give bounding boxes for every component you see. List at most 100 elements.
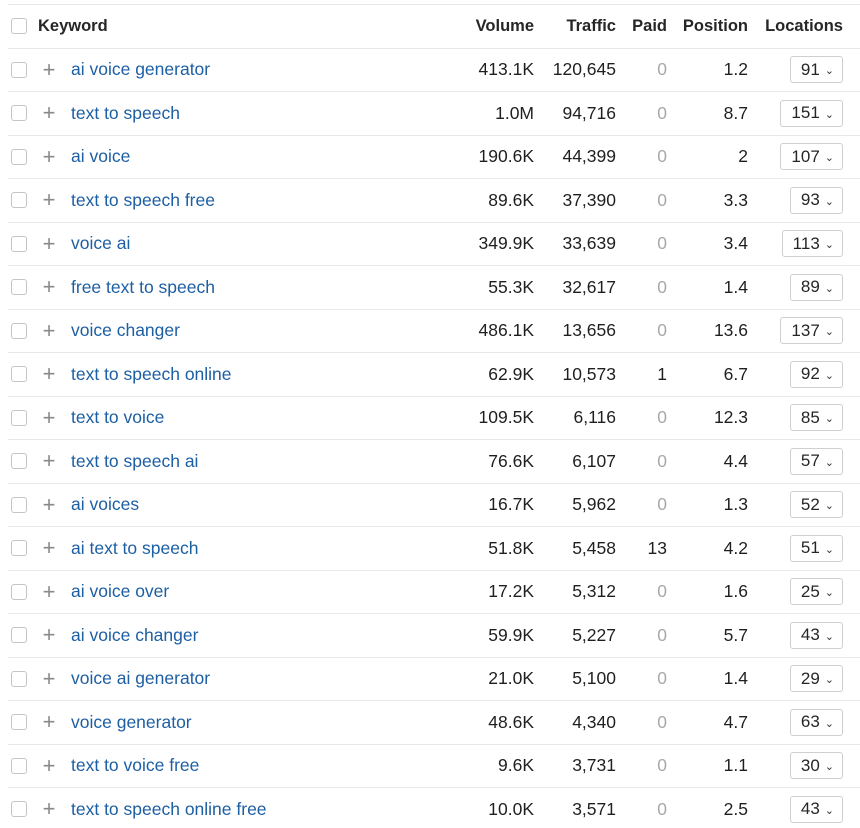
keyword-link[interactable]: voice generator bbox=[71, 701, 192, 744]
locations-button[interactable]: 92 ⌄ bbox=[789, 360, 843, 388]
locations-dropdown[interactable]: 52 ⌄ bbox=[789, 484, 843, 527]
row-checkbox[interactable] bbox=[11, 223, 29, 266]
keyword-link[interactable]: voice ai generator bbox=[71, 658, 210, 701]
locations-button[interactable]: 51 ⌄ bbox=[789, 534, 843, 562]
locations-dropdown[interactable]: 30 ⌄ bbox=[789, 745, 843, 788]
keyword-link[interactable]: ai voice over bbox=[71, 571, 169, 614]
row-checkbox[interactable] bbox=[11, 310, 29, 353]
locations-dropdown[interactable]: 43 ⌄ bbox=[789, 788, 843, 828]
locations-button[interactable]: 85 ⌄ bbox=[789, 404, 843, 432]
keyword-link[interactable]: text to speech online free bbox=[71, 788, 267, 828]
locations-button[interactable]: 57 ⌄ bbox=[789, 447, 843, 475]
keyword-link[interactable]: text to speech free bbox=[71, 179, 215, 222]
plus-icon[interactable]: + bbox=[39, 49, 59, 92]
plus-icon[interactable]: + bbox=[39, 397, 59, 440]
locations-dropdown[interactable]: 85 ⌄ bbox=[789, 397, 843, 440]
row-checkbox[interactable] bbox=[11, 745, 29, 788]
header-locations[interactable]: Locations bbox=[765, 5, 843, 48]
locations-dropdown[interactable]: 57 ⌄ bbox=[789, 440, 843, 483]
header-position[interactable]: Position bbox=[683, 5, 748, 48]
locations-dropdown[interactable]: 151 ⌄ bbox=[780, 92, 843, 135]
plus-icon[interactable]: + bbox=[39, 701, 59, 744]
locations-button[interactable]: 91 ⌄ bbox=[789, 56, 843, 84]
row-checkbox[interactable] bbox=[11, 266, 29, 309]
locations-dropdown[interactable]: 107 ⌄ bbox=[780, 136, 843, 179]
plus-icon[interactable]: + bbox=[39, 571, 59, 614]
locations-button[interactable]: 107 ⌄ bbox=[780, 143, 843, 171]
header-keyword[interactable]: Keyword bbox=[38, 5, 108, 48]
locations-dropdown[interactable]: 89 ⌄ bbox=[789, 266, 843, 309]
plus-icon[interactable]: + bbox=[39, 484, 59, 527]
keyword-link[interactable]: text to voice free bbox=[71, 745, 199, 788]
locations-count: 107 bbox=[791, 146, 820, 166]
row-checkbox[interactable] bbox=[11, 571, 29, 614]
row-checkbox[interactable] bbox=[11, 136, 29, 179]
row-checkbox[interactable] bbox=[11, 788, 29, 828]
locations-dropdown[interactable]: 63 ⌄ bbox=[789, 701, 843, 744]
keyword-link[interactable]: free text to speech bbox=[71, 266, 215, 309]
locations-button[interactable]: 137 ⌄ bbox=[780, 317, 843, 345]
row-checkbox[interactable] bbox=[11, 179, 29, 222]
plus-icon[interactable]: + bbox=[39, 92, 59, 135]
row-checkbox[interactable] bbox=[11, 658, 29, 701]
locations-dropdown[interactable]: 92 ⌄ bbox=[789, 353, 843, 396]
keyword-link[interactable]: ai voice bbox=[71, 136, 130, 179]
row-checkbox[interactable] bbox=[11, 353, 29, 396]
locations-dropdown[interactable]: 91 ⌄ bbox=[789, 49, 843, 92]
plus-icon[interactable]: + bbox=[39, 310, 59, 353]
locations-dropdown[interactable]: 43 ⌄ bbox=[789, 614, 843, 657]
plus-icon[interactable]: + bbox=[39, 223, 59, 266]
locations-button[interactable]: 29 ⌄ bbox=[789, 665, 843, 693]
keyword-link[interactable]: voice changer bbox=[71, 310, 180, 353]
plus-icon[interactable]: + bbox=[39, 136, 59, 179]
chevron-down-icon: ⌄ bbox=[824, 239, 834, 252]
plus-icon[interactable]: + bbox=[39, 440, 59, 483]
select-all-checkbox[interactable] bbox=[11, 5, 29, 48]
plus-icon[interactable]: + bbox=[39, 179, 59, 222]
locations-dropdown[interactable]: 113 ⌄ bbox=[781, 223, 843, 266]
row-checkbox[interactable] bbox=[11, 49, 29, 92]
plus-icon[interactable]: + bbox=[39, 788, 59, 828]
locations-button[interactable]: 93 ⌄ bbox=[789, 186, 843, 214]
keyword-link[interactable]: ai voices bbox=[71, 484, 139, 527]
plus-icon[interactable]: + bbox=[39, 658, 59, 701]
plus-icon[interactable]: + bbox=[39, 266, 59, 309]
header-paid[interactable]: Paid bbox=[632, 5, 667, 48]
locations-dropdown[interactable]: 29 ⌄ bbox=[789, 658, 843, 701]
locations-button[interactable]: 43 ⌄ bbox=[789, 621, 843, 649]
header-volume[interactable]: Volume bbox=[476, 5, 534, 48]
row-checkbox[interactable] bbox=[11, 92, 29, 135]
row-checkbox[interactable] bbox=[11, 484, 29, 527]
locations-dropdown[interactable]: 51 ⌄ bbox=[789, 527, 843, 570]
locations-dropdown[interactable]: 137 ⌄ bbox=[780, 310, 843, 353]
locations-button[interactable]: 63 ⌄ bbox=[789, 708, 843, 736]
row-checkbox[interactable] bbox=[11, 614, 29, 657]
locations-dropdown[interactable]: 93 ⌄ bbox=[789, 179, 843, 222]
row-checkbox[interactable] bbox=[11, 701, 29, 744]
locations-button[interactable]: 113 ⌄ bbox=[781, 230, 843, 258]
keyword-link[interactable]: text to speech bbox=[71, 92, 180, 135]
plus-icon[interactable]: + bbox=[39, 614, 59, 657]
locations-button[interactable]: 25 ⌄ bbox=[789, 578, 843, 606]
keyword-link[interactable]: voice ai bbox=[71, 223, 130, 266]
keyword-link[interactable]: ai text to speech bbox=[71, 527, 198, 570]
locations-button[interactable]: 30 ⌄ bbox=[789, 752, 843, 780]
keyword-link[interactable]: ai voice changer bbox=[71, 614, 198, 657]
locations-button[interactable]: 52 ⌄ bbox=[789, 491, 843, 519]
locations-button[interactable]: 43 ⌄ bbox=[789, 795, 843, 823]
plus-icon[interactable]: + bbox=[39, 353, 59, 396]
plus-icon[interactable]: + bbox=[39, 745, 59, 788]
keyword-link[interactable]: ai voice generator bbox=[71, 49, 210, 92]
locations-button[interactable]: 89 ⌄ bbox=[789, 273, 843, 301]
position-value: 3.3 bbox=[723, 189, 748, 210]
locations-button[interactable]: 151 ⌄ bbox=[780, 99, 843, 127]
row-checkbox[interactable] bbox=[11, 440, 29, 483]
header-traffic[interactable]: Traffic bbox=[566, 5, 616, 48]
locations-dropdown[interactable]: 25 ⌄ bbox=[789, 571, 843, 614]
keyword-link[interactable]: text to voice bbox=[71, 397, 164, 440]
plus-icon[interactable]: + bbox=[39, 527, 59, 570]
keyword-link[interactable]: text to speech online bbox=[71, 353, 232, 396]
row-checkbox[interactable] bbox=[11, 527, 29, 570]
row-checkbox[interactable] bbox=[11, 397, 29, 440]
keyword-link[interactable]: text to speech ai bbox=[71, 440, 198, 483]
